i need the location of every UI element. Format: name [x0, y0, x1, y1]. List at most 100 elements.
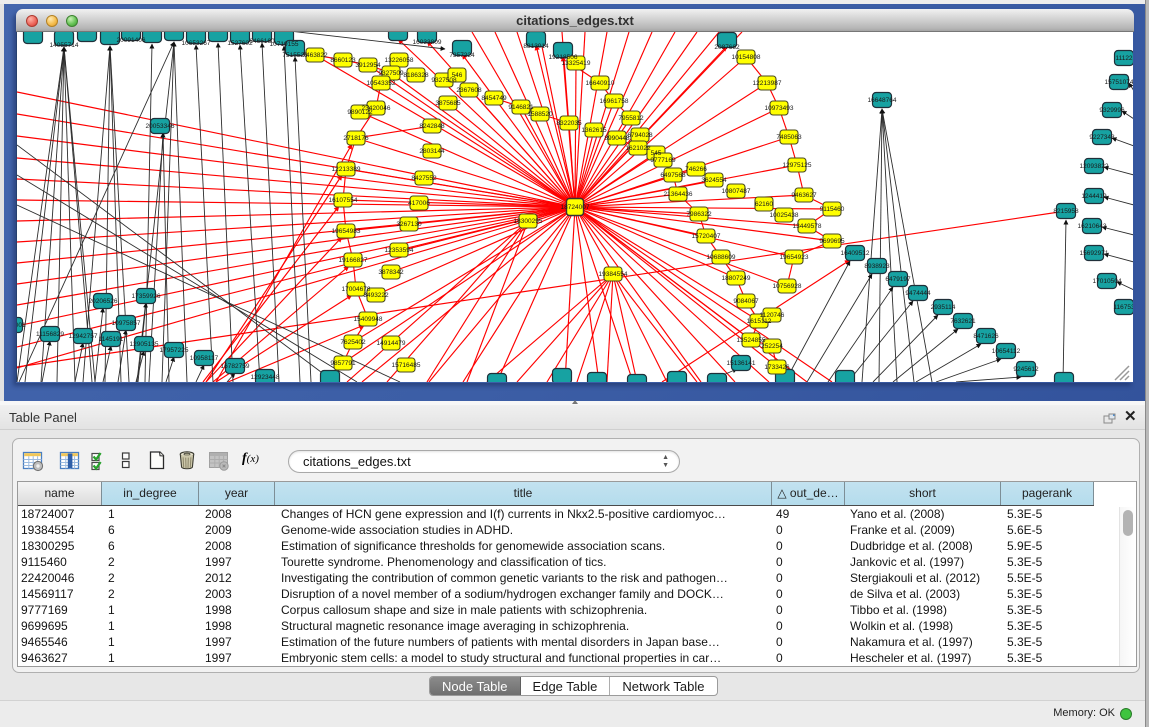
svg-text:16210643: 16210643: [1078, 223, 1107, 230]
svg-text:545: 545: [651, 150, 662, 157]
svg-text:10973493: 10973493: [765, 105, 794, 112]
svg-text:10653267: 10653267: [182, 40, 211, 47]
svg-text:3493222: 3493222: [363, 292, 389, 299]
svg-text:16409512: 16409512: [841, 250, 870, 257]
svg-text:10688609: 10688609: [707, 254, 736, 261]
svg-text:19654923: 19654923: [780, 254, 809, 261]
svg-text:417006: 417006: [408, 200, 430, 207]
svg-text:8242848: 8242848: [419, 123, 445, 130]
svg-text:116753: 116753: [1113, 304, 1133, 311]
svg-text:9463627: 9463627: [791, 192, 817, 199]
svg-text:20091406: 20091406: [117, 37, 146, 44]
svg-text:15409948: 15409948: [354, 316, 383, 323]
svg-text:9227343: 9227343: [1089, 134, 1115, 141]
svg-text:2087662: 2087662: [714, 44, 740, 51]
svg-text:2367608: 2367608: [456, 87, 482, 94]
svg-text:6497568: 6497568: [660, 172, 686, 179]
svg-text:18300295: 18300295: [514, 218, 543, 225]
svg-text:17957225: 17957225: [160, 347, 189, 354]
svg-text:7625402: 7625402: [340, 339, 366, 346]
svg-text:9857791: 9857791: [330, 360, 356, 367]
svg-text:17010504: 17010504: [1093, 278, 1122, 285]
svg-text:9777169: 9777169: [650, 157, 676, 164]
svg-text:9327509: 9327509: [378, 70, 404, 77]
svg-text:7463822: 7463822: [302, 52, 328, 59]
svg-text:20053346: 20053346: [146, 123, 175, 130]
svg-text:8990448: 8990448: [604, 135, 630, 142]
svg-text:62160: 62160: [755, 201, 773, 208]
svg-text:12942757: 12942757: [69, 333, 98, 340]
svg-text:1588520: 1588520: [527, 111, 553, 118]
svg-text:17359926: 17359926: [132, 293, 161, 300]
svg-text:8322035: 8322035: [556, 120, 582, 127]
svg-text:19654983: 19654983: [332, 228, 361, 235]
svg-text:9329996: 9329996: [1099, 107, 1125, 114]
svg-text:9245612: 9245612: [1013, 366, 1039, 373]
svg-text:1120746: 1120746: [760, 312, 785, 319]
svg-text:3624554: 3624554: [701, 177, 727, 184]
svg-text:16640910: 16640910: [586, 80, 615, 87]
svg-text:1939001: 1939001: [17, 322, 26, 329]
svg-text:8813014: 8813014: [523, 43, 549, 50]
svg-text:7955812: 7955812: [618, 115, 644, 122]
svg-text:252254: 252254: [761, 343, 783, 350]
svg-text:15136141: 15136141: [727, 360, 756, 367]
svg-text:8186328: 8186328: [403, 72, 429, 79]
svg-text:14914479: 14914479: [377, 340, 406, 347]
svg-text:18724007: 18724007: [561, 204, 590, 211]
svg-text:3875685: 3875685: [435, 100, 461, 107]
svg-text:1615112: 1615112: [747, 318, 772, 325]
svg-text:10958117: 10958117: [190, 355, 219, 362]
svg-text:9146821: 9146821: [508, 104, 534, 111]
svg-text:7986322: 7986322: [686, 211, 712, 218]
svg-text:9115460: 9115460: [820, 206, 845, 213]
svg-text:13226058: 13226058: [385, 57, 414, 64]
svg-text:16961758: 16961758: [600, 98, 629, 105]
svg-text:16782759: 16782759: [221, 363, 250, 370]
svg-text:9474444: 9474444: [905, 290, 931, 297]
svg-text:15720407: 15720407: [692, 233, 721, 240]
svg-text:6794028: 6794028: [627, 132, 653, 139]
svg-text:12213389: 12213389: [332, 166, 361, 173]
svg-text:1621022: 1621022: [625, 145, 651, 152]
svg-text:8454749: 8454749: [481, 95, 507, 102]
svg-text:7357224: 7357224: [449, 52, 475, 59]
svg-text:9084067: 9084067: [733, 298, 759, 305]
svg-text:1362615: 1362615: [581, 127, 607, 134]
svg-text:12353594: 12353594: [385, 247, 414, 254]
svg-text:15692971: 15692971: [1080, 250, 1109, 257]
svg-text:7485063: 7485063: [776, 134, 802, 141]
svg-text:15716485: 15716485: [392, 362, 421, 369]
svg-text:10975857: 10975857: [112, 320, 141, 327]
svg-text:13325419: 13325419: [562, 60, 591, 67]
svg-text:8660123: 8660123: [330, 57, 356, 64]
svg-text:10807487: 10807487: [722, 188, 751, 195]
svg-text:12905135: 12905135: [130, 341, 159, 348]
svg-text:546: 546: [452, 72, 463, 79]
svg-text:19384554: 19384554: [599, 271, 628, 278]
svg-text:9890122: 9890122: [347, 109, 373, 116]
svg-text:16107554: 16107554: [329, 197, 358, 204]
svg-text:9699695: 9699695: [819, 238, 845, 245]
svg-text:8215958: 8215958: [1053, 208, 1079, 215]
svg-text:3267130: 3267130: [396, 221, 422, 228]
svg-text:16033809: 16033809: [413, 39, 442, 46]
svg-text:12213987: 12213987: [753, 80, 782, 87]
svg-text:10756928: 10756928: [773, 283, 802, 290]
svg-text:10654112: 10654112: [992, 348, 1021, 355]
svg-text:15751074: 15751074: [1105, 79, 1133, 86]
svg-text:2718176: 2718176: [343, 135, 369, 142]
svg-text:7632621: 7632621: [950, 318, 976, 325]
svg-text:12975125: 12975125: [783, 162, 812, 169]
svg-text:2803144: 2803144: [419, 148, 445, 155]
svg-text:10025438: 10025438: [770, 212, 799, 219]
svg-text:1244419: 1244419: [1081, 193, 1107, 200]
svg-text:11156829: 11156829: [36, 331, 64, 338]
svg-text:3912954: 3912954: [355, 62, 381, 69]
svg-text:12093822: 12093822: [1080, 163, 1109, 170]
svg-text:1733426: 1733426: [764, 364, 790, 371]
svg-text:10719155: 10719155: [270, 41, 299, 48]
svg-text:19166827: 19166827: [339, 257, 368, 264]
svg-text:8938923: 8938923: [864, 263, 890, 270]
svg-text:16648764: 16648764: [868, 97, 897, 104]
